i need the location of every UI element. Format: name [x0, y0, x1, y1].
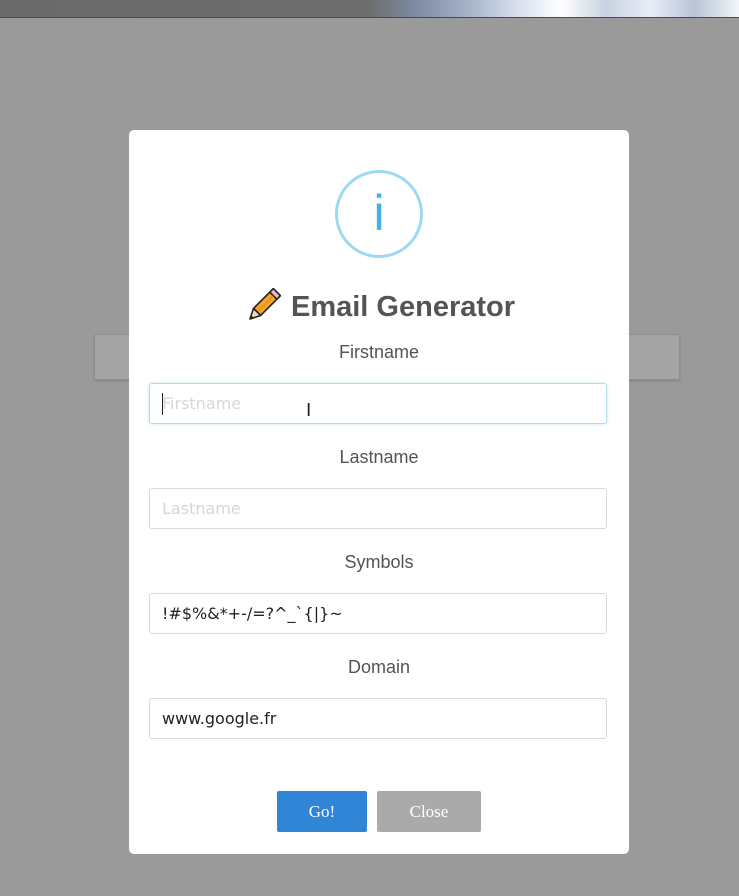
domain-label: Domain	[347, 657, 411, 677]
dialog-title-row: Email Generator	[129, 288, 629, 334]
dialog-title: Email Generator	[290, 290, 516, 323]
email-generator-dialog: i Email Generator Firstname I Lastname S…	[129, 130, 629, 854]
i-beam-cursor-icon: I	[306, 400, 312, 421]
close-button[interactable]: Close	[377, 791, 481, 832]
go-button[interactable]: Go!	[277, 791, 367, 832]
lastname-label: Lastname	[339, 447, 419, 467]
pencil-icon	[249, 288, 281, 320]
symbols-label: Symbols	[344, 552, 414, 572]
domain-input[interactable]	[149, 698, 607, 739]
firstname-label: Firstname	[338, 342, 419, 362]
info-icon: i	[335, 170, 423, 258]
info-glyph: i	[373, 185, 385, 241]
lastname-input[interactable]	[149, 488, 607, 529]
firstname-input[interactable]	[149, 383, 607, 424]
symbols-input[interactable]	[149, 593, 607, 634]
top-banner	[0, 0, 739, 18]
text-caret	[162, 393, 163, 415]
